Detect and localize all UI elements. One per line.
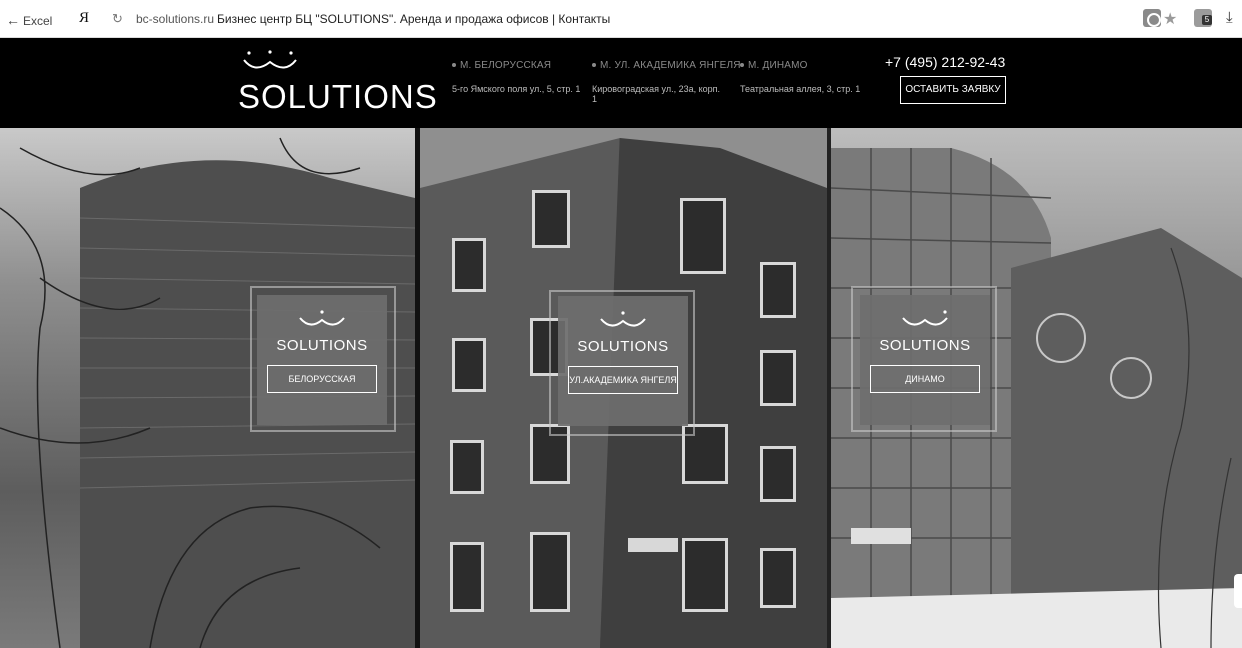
- window: [760, 262, 796, 318]
- phone-number[interactable]: +7 (495) 212-92-43: [885, 54, 1005, 70]
- metro-label: М. УЛ. АКАДЕМИКА ЯНГЕЛЯ: [592, 60, 740, 71]
- yandex-logo-icon[interactable]: Я: [79, 10, 89, 27]
- back-button[interactable]: ← Excel: [6, 12, 52, 28]
- window: [760, 548, 796, 608]
- bookmark-star-icon[interactable]: ★: [1163, 9, 1177, 29]
- logo-mark-icon: [600, 311, 646, 327]
- side-feedback-tab[interactable]: [1234, 574, 1242, 608]
- request-button[interactable]: ОСТАВИТЬ ЗАЯВКУ: [900, 76, 1006, 104]
- window: [530, 532, 570, 612]
- window: [532, 190, 570, 248]
- logo-text[interactable]: SOLUTIONS: [238, 78, 438, 116]
- logo-mark-icon: [902, 310, 948, 326]
- address-bar-url[interactable]: bc-solutions.ru: [136, 12, 214, 26]
- logo-mark-icon: [299, 310, 345, 326]
- card-title: SOLUTIONS: [577, 338, 669, 355]
- site-header: SOLUTIONS М. БЕЛОРУССКАЯ 5-го Ямского по…: [0, 38, 1242, 128]
- logo-mark-icon: [243, 50, 297, 69]
- back-label: Excel: [23, 14, 53, 28]
- address-text: Кировоградская ул., 23а, корп. 1: [592, 84, 721, 104]
- browser-toolbar: ← Excel Я ↻ bc-solutions.ru Бизнес центр …: [0, 0, 1242, 38]
- window: [450, 542, 484, 612]
- card-button-belorusskaya[interactable]: БЕЛОРУССКАЯ: [267, 365, 377, 393]
- reload-icon[interactable]: ↻: [112, 11, 123, 27]
- metro-name: М. УЛ. АКАДЕМИКА ЯНГЕЛЯ: [600, 60, 741, 71]
- window: [452, 338, 486, 392]
- metro-dot-icon: [740, 63, 744, 68]
- extension-badge-icon[interactable]: 5: [1194, 9, 1212, 27]
- office-card-belorusskaya[interactable]: SOLUTIONS БЕЛОРУССКАЯ: [257, 295, 387, 425]
- window: [680, 198, 726, 274]
- office-card-dinamo[interactable]: SOLUTIONS ДИНАМО: [860, 295, 990, 425]
- address-text: 5-го Ямского поля ул., 5, стр. 1: [452, 84, 581, 94]
- extension-icon[interactable]: [1143, 9, 1161, 27]
- back-arrow-icon: ←: [6, 12, 20, 28]
- location-belorusskaya: М. БЕЛОРУССКАЯ 5-го Ямского поля ул., 5,…: [452, 60, 582, 94]
- window: [450, 440, 484, 494]
- location-dinamo: М. ДИНАМО Театральная аллея, 3, стр. 1: [740, 60, 870, 94]
- window: [760, 350, 796, 406]
- hero-section: SOLUTIONS БЕЛОРУССКАЯ SOLUTIONS УЛ.АКАДЕ…: [0, 128, 1242, 648]
- metro-name: М. БЕЛОРУССКАЯ: [460, 60, 552, 71]
- card-button-dinamo[interactable]: ДИНАМО: [870, 365, 980, 393]
- location-yangelya: М. УЛ. АКАДЕМИКА ЯНГЕЛЯ Кировоградская у…: [592, 60, 740, 104]
- metro-label: М. ДИНАМО: [740, 60, 870, 71]
- card-button-yangelya[interactable]: УЛ.АКАДЕМИКА ЯНГЕЛЯ: [568, 366, 678, 394]
- metro-dot-icon: [592, 63, 596, 68]
- address-text: Театральная аллея, 3, стр. 1: [740, 84, 861, 94]
- street-sign: [628, 538, 678, 552]
- metro-dot-icon: [452, 63, 456, 68]
- card-title: SOLUTIONS: [879, 337, 971, 354]
- download-icon[interactable]: ⤓: [1226, 9, 1233, 26]
- metro-label: М. БЕЛОРУССКАЯ: [452, 60, 582, 71]
- window: [682, 538, 728, 612]
- card-title: SOLUTIONS: [276, 337, 368, 354]
- window: [760, 446, 796, 502]
- page-title: Бизнес центр БЦ "SOLUTIONS". Аренда и пр…: [217, 12, 611, 26]
- window: [452, 238, 486, 292]
- metro-name: М. ДИНАМО: [748, 60, 808, 71]
- office-card-yangelya[interactable]: SOLUTIONS УЛ.АКАДЕМИКА ЯНГЕЛЯ: [558, 296, 688, 426]
